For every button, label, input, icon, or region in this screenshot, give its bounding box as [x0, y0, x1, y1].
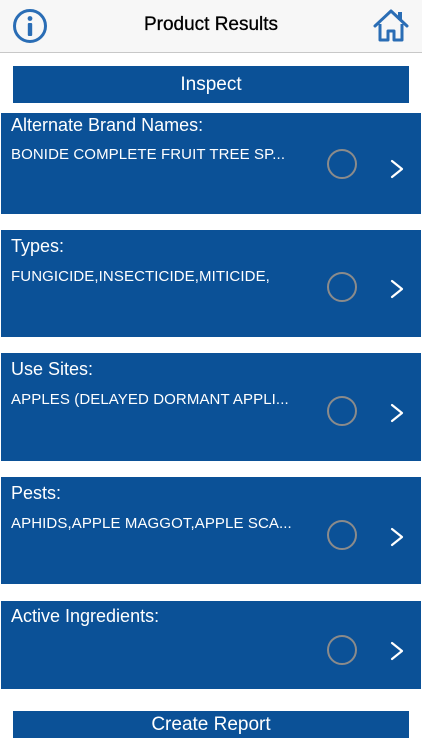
- card-use-sites[interactable]: Use Sites: APPLES (DELAYED DORMANT APPLI…: [1, 353, 421, 461]
- radio-button[interactable]: [327, 635, 357, 665]
- page-title: Product Results: [143, 14, 279, 35]
- card-value: APHIDS,APPLE MAGGOT,APPLE SCA...: [11, 515, 292, 532]
- card-value: BONIDE COMPLETE FRUIT TREE SP...: [11, 146, 286, 163]
- card-label: Alternate Brand Names:: [11, 115, 204, 135]
- create-report-button[interactable]: Create Report: [13, 711, 409, 738]
- card-active-ingredients[interactable]: Active Ingredients:: [1, 601, 421, 689]
- card-label: Types:: [11, 236, 65, 256]
- chevron-right-icon: [390, 159, 404, 179]
- chevron-right-icon: [390, 527, 404, 547]
- nav-bar: Product Results: [0, 0, 422, 53]
- card-label: Active Ingredients:: [11, 606, 160, 626]
- home-icon: [373, 9, 409, 42]
- radio-button[interactable]: [327, 520, 357, 550]
- card-label: Use Sites:: [11, 359, 94, 379]
- card-value: FUNGICIDE,INSECTICIDE,MITICIDE,: [11, 268, 270, 285]
- card-types[interactable]: Types: FUNGICIDE,INSECTICIDE,MITICIDE,: [1, 230, 421, 337]
- card-label: Pests:: [11, 483, 62, 503]
- chevron-right-icon: [390, 641, 404, 661]
- home-button[interactable]: [372, 7, 410, 43]
- chevron-right-icon: [390, 279, 404, 299]
- radio-button[interactable]: [327, 396, 357, 426]
- card-pests[interactable]: Pests: APHIDS,APPLE MAGGOT,APPLE SCA...: [1, 477, 421, 584]
- radio-button[interactable]: [327, 272, 357, 302]
- radio-button[interactable]: [327, 149, 357, 179]
- card-value: APPLES (DELAYED DORMANT APPLI...: [11, 391, 289, 408]
- inspect-button[interactable]: Inspect: [13, 66, 409, 103]
- chevron-right-icon: [390, 403, 404, 423]
- card-alternate-brand-names[interactable]: Alternate Brand Names: BONIDE COMPLETE F…: [1, 113, 421, 214]
